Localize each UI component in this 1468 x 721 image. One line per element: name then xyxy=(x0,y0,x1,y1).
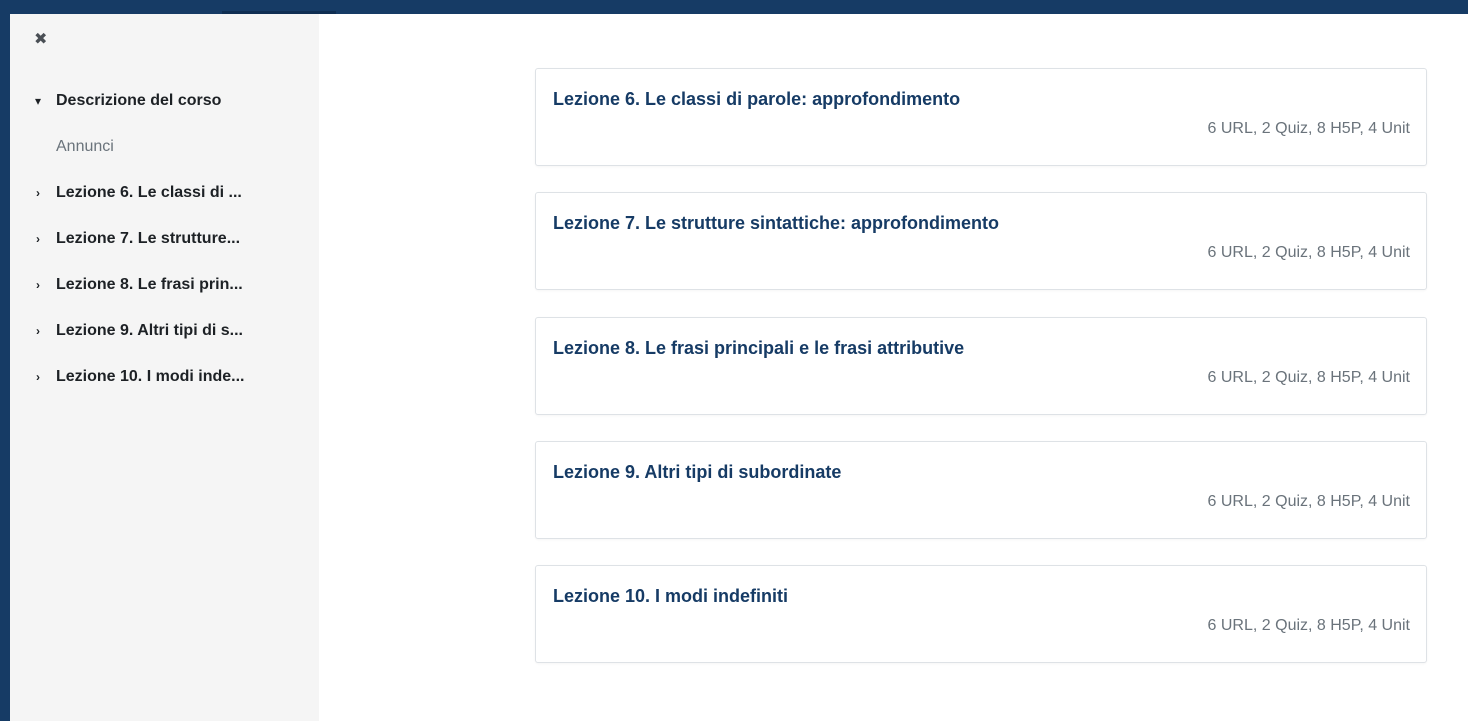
nav-item-label: Annunci xyxy=(56,138,114,155)
section-activity-summary: 6 URL, 2 Quiz, 8 H5P, 4 Unit xyxy=(1207,120,1410,137)
section-title[interactable]: Lezione 7. Le strutture sintattiche: app… xyxy=(553,213,999,234)
section-card-lesson-6: Lezione 6. Le classi di parole: approfon… xyxy=(535,68,1427,166)
section-card-lesson-8: Lezione 8. Le frasi principali e le fras… xyxy=(535,317,1427,415)
close-icon[interactable]: ✖ xyxy=(34,30,54,50)
section-activity-summary: 6 URL, 2 Quiz, 8 H5P, 4 Unit xyxy=(1207,493,1410,510)
section-activity-summary: 6 URL, 2 Quiz, 8 H5P, 4 Unit xyxy=(1207,369,1410,386)
chevron-right-icon: › xyxy=(36,232,40,246)
nav-item-label: Lezione 9. Altri tipi di s... xyxy=(56,322,243,339)
chevron-down-icon: ▾ xyxy=(34,94,42,108)
nav-item-course-description[interactable]: ▾ Descrizione del corso xyxy=(10,78,319,124)
nav-item-lesson-9[interactable]: › Lezione 9. Altri tipi di s... xyxy=(10,308,319,354)
section-activity-summary: 6 URL, 2 Quiz, 8 H5P, 4 Unit xyxy=(1207,617,1410,634)
section-card-lesson-9: Lezione 9. Altri tipi di subordinate 6 U… xyxy=(535,441,1427,539)
nav-item-label: Descrizione del corso xyxy=(56,92,222,109)
nav-item-lesson-8[interactable]: › Lezione 8. Le frasi prin... xyxy=(10,262,319,308)
nav-item-announcements[interactable]: Annunci xyxy=(10,124,319,170)
section-card-lesson-10: Lezione 10. I modi indefiniti 6 URL, 2 Q… xyxy=(535,565,1427,663)
course-index-drawer: ✖ ▾ Descrizione del corso Annunci › Lezi… xyxy=(10,14,319,721)
chevron-right-icon: › xyxy=(36,324,40,338)
app-window: ✖ ▾ Descrizione del corso Annunci › Lezi… xyxy=(0,0,1468,721)
course-content: Lezione 6. Le classi di parole: approfon… xyxy=(319,14,1468,721)
chevron-right-icon: › xyxy=(36,186,40,200)
nav-item-label: Lezione 10. I modi inde... xyxy=(56,368,245,385)
section-title[interactable]: Lezione 10. I modi indefiniti xyxy=(553,586,788,607)
section-title[interactable]: Lezione 9. Altri tipi di subordinate xyxy=(553,462,841,483)
nav-item-label: Lezione 7. Le strutture... xyxy=(56,230,241,247)
nav-item-lesson-10[interactable]: › Lezione 10. I modi inde... xyxy=(10,354,319,400)
nav-item-label: Lezione 6. Le classi di ... xyxy=(56,184,242,201)
section-title[interactable]: Lezione 8. Le frasi principali e le fras… xyxy=(553,338,964,359)
section-title[interactable]: Lezione 6. Le classi di parole: approfon… xyxy=(553,89,960,110)
chevron-right-icon: › xyxy=(36,278,40,292)
section-card-lesson-7: Lezione 7. Le strutture sintattiche: app… xyxy=(535,192,1427,290)
top-navbar xyxy=(0,0,1468,14)
section-activity-summary: 6 URL, 2 Quiz, 8 H5P, 4 Unit xyxy=(1207,244,1410,261)
nav-item-label: Lezione 8. Le frasi prin... xyxy=(56,276,243,293)
course-index: ▾ Descrizione del corso Annunci › Lezion… xyxy=(10,78,319,400)
nav-item-lesson-7[interactable]: › Lezione 7. Le strutture... xyxy=(10,216,319,262)
nav-item-lesson-6[interactable]: › Lezione 6. Le classi di ... xyxy=(10,170,319,216)
chevron-right-icon: › xyxy=(36,370,40,384)
